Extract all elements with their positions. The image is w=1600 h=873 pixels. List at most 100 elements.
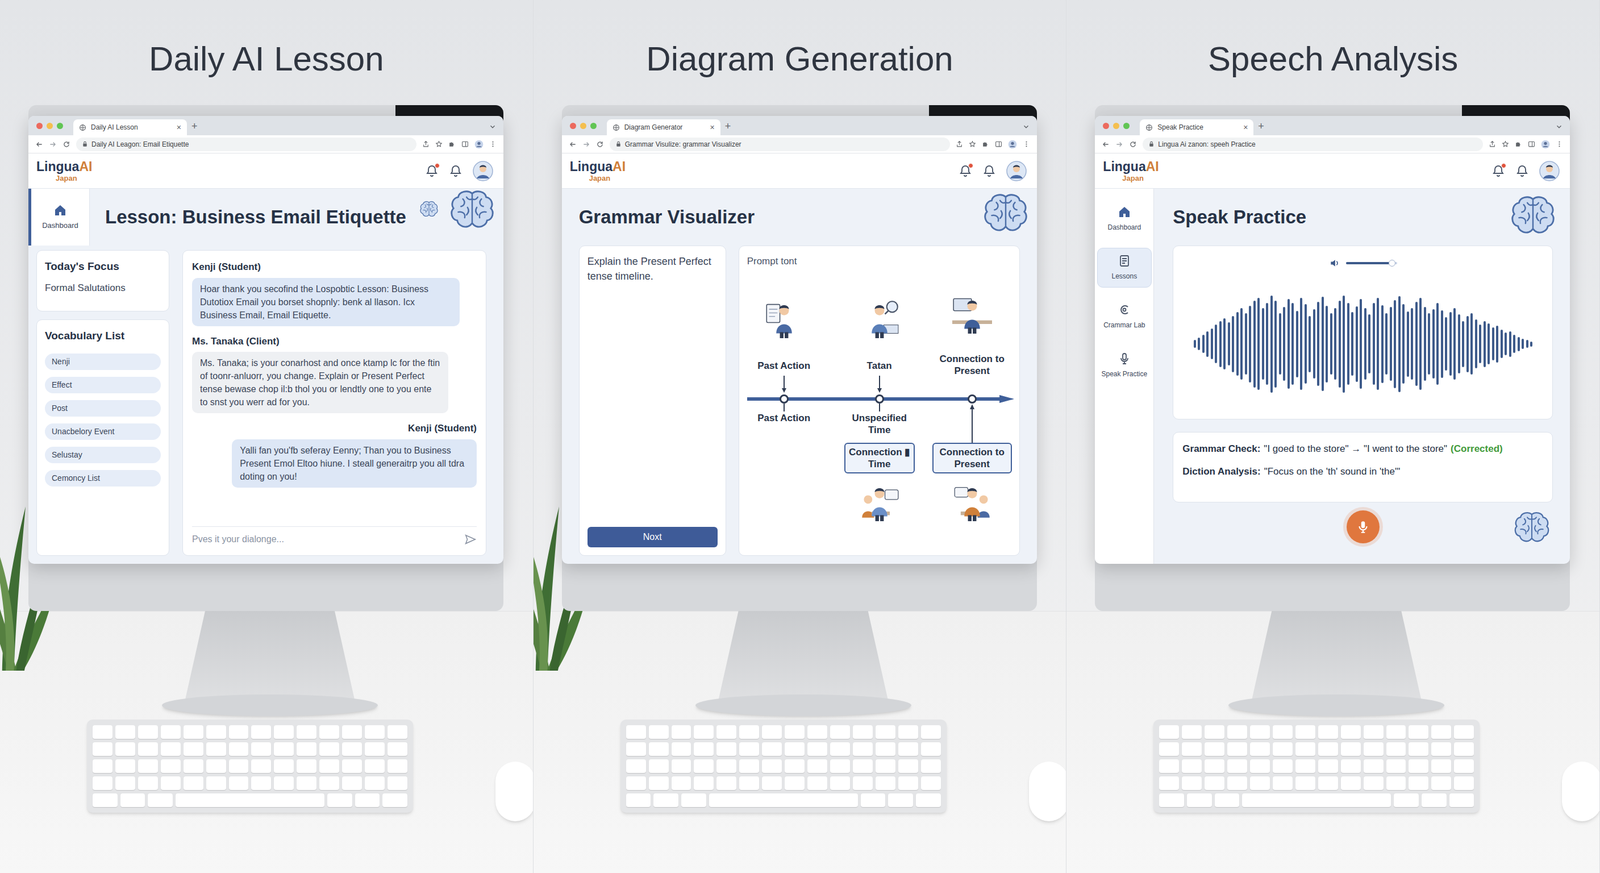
- tab-close-button[interactable]: ×: [1243, 123, 1248, 132]
- url-text[interactable]: Grammar Visulize: grammar Visualizer: [625, 139, 742, 150]
- bell-icon[interactable]: [448, 164, 463, 178]
- vocabulary-chip[interactable]: Unacbelory Event: [44, 423, 161, 440]
- puzzle-icon[interactable]: [981, 140, 990, 148]
- back-arrow-icon[interactable]: [568, 140, 577, 149]
- new-tab-button[interactable]: +: [1257, 121, 1265, 136]
- send-icon[interactable]: [464, 532, 477, 546]
- share-icon[interactable]: [422, 140, 430, 148]
- sidebar-label[interactable]: Crammar Lab: [1103, 319, 1145, 331]
- tab-close-button[interactable]: ×: [709, 123, 715, 132]
- vocabulary-chip[interactable]: Selustay: [44, 446, 161, 464]
- notification-badge: [968, 163, 974, 169]
- tab-title[interactable]: Daily AI Lesson: [90, 122, 173, 133]
- globe-icon: [78, 123, 87, 132]
- sidebar-item[interactable]: Speak Practice: [1097, 345, 1152, 386]
- browser-tab[interactable]: Daily AI Lesson×: [73, 119, 187, 136]
- star-icon[interactable]: [435, 140, 443, 148]
- speaker-icon[interactable]: [1328, 257, 1341, 269]
- keyboard-key: [898, 776, 919, 790]
- forward-arrow-icon[interactable]: [1115, 140, 1124, 149]
- sidebar-label[interactable]: Dashboard: [42, 219, 79, 232]
- vocabulary-chip[interactable]: Nenji: [44, 353, 161, 370]
- browser-tab[interactable]: Speak Practice ×: [1139, 119, 1254, 136]
- star-icon[interactable]: [1501, 140, 1510, 148]
- app-header: LinguaAIJapan: [1094, 153, 1570, 189]
- keyboard-key: [1272, 759, 1293, 773]
- back-arrow-icon[interactable]: [35, 140, 44, 149]
- chevron-down-icon[interactable]: [1022, 122, 1031, 131]
- side-panel-icon[interactable]: [1527, 140, 1536, 148]
- notifications-button[interactable]: [425, 164, 439, 178]
- notifications-button[interactable]: [1491, 164, 1506, 178]
- url-field[interactable]: Daily AI Leagon: Email Etiquette: [76, 137, 417, 152]
- dialogue-input[interactable]: [192, 532, 459, 547]
- close-window-button[interactable]: [36, 122, 43, 129]
- chevron-down-icon[interactable]: [1555, 122, 1564, 131]
- forward-arrow-icon[interactable]: [48, 140, 57, 149]
- zoom-window-button[interactable]: [56, 122, 64, 129]
- side-panel-icon[interactable]: [461, 140, 469, 148]
- close-window-button[interactable]: [1102, 122, 1110, 129]
- vocabulary-chip[interactable]: Effect: [44, 376, 161, 394]
- vocabulary-chip[interactable]: Post: [44, 400, 161, 417]
- volume-knob[interactable]: [1388, 259, 1396, 267]
- minimize-window-button[interactable]: [580, 122, 587, 129]
- keyboard-key: [1204, 776, 1225, 790]
- reload-icon[interactable]: [62, 140, 71, 149]
- url-text[interactable]: Lingua Ai zanon: speeh Practice: [1157, 139, 1256, 150]
- browser-tab[interactable]: Diagram Generator×: [606, 119, 721, 136]
- url-text[interactable]: Daily AI Leagon: Email Etiquette: [91, 139, 189, 150]
- profile-icon[interactable]: [1007, 139, 1018, 149]
- share-icon[interactable]: [1488, 140, 1497, 148]
- notifications-button[interactable]: [958, 164, 973, 178]
- avatar-icon[interactable]: [1006, 160, 1027, 182]
- keyboard-key: [147, 793, 173, 807]
- zoom-window-button[interactable]: [1123, 122, 1130, 129]
- menu-dots-icon[interactable]: [1022, 140, 1031, 148]
- url-field[interactable]: Grammar Visulize: grammar Visualizer: [609, 137, 950, 152]
- sidebar-label[interactable]: Lessons: [1111, 271, 1137, 282]
- tab-title[interactable]: Speak Practice: [1157, 122, 1239, 133]
- menu-dots-icon[interactable]: [489, 140, 497, 148]
- reload-icon[interactable]: [596, 140, 604, 149]
- sidebar-label[interactable]: Dashboard: [1107, 222, 1141, 233]
- forward-arrow-icon[interactable]: [582, 140, 591, 149]
- menu-dots-icon[interactable]: [1555, 140, 1564, 148]
- chevron-down-icon[interactable]: [488, 122, 497, 131]
- avatar-icon[interactable]: [1539, 160, 1560, 182]
- reload-icon[interactable]: [1128, 140, 1137, 149]
- minimize-window-button[interactable]: [1113, 122, 1120, 129]
- close-window-button[interactable]: [569, 122, 577, 129]
- profile-icon[interactable]: [474, 139, 484, 149]
- sidebar-item[interactable]: Dashboard: [1097, 198, 1152, 239]
- record-button[interactable]: [1346, 510, 1380, 544]
- sidebar-item[interactable]: Lessons: [1097, 247, 1152, 288]
- app-logo[interactable]: LinguaAIJapan: [36, 160, 93, 182]
- profile-icon[interactable]: [1540, 139, 1550, 149]
- app-logo[interactable]: LinguaAIJapan: [569, 160, 626, 182]
- bell-icon[interactable]: [1515, 164, 1529, 178]
- new-tab-button[interactable]: +: [191, 121, 198, 136]
- tab-title[interactable]: Diagram Generator: [624, 122, 706, 133]
- zoom-window-button[interactable]: [590, 122, 597, 129]
- bell-icon[interactable]: [982, 164, 997, 178]
- keyboard-key: [671, 725, 692, 739]
- puzzle-icon[interactable]: [1514, 140, 1523, 148]
- vocabulary-chip[interactable]: Cemoncy List: [44, 469, 161, 487]
- avatar-icon[interactable]: [472, 160, 494, 182]
- back-arrow-icon[interactable]: [1101, 140, 1110, 149]
- star-icon[interactable]: [968, 140, 977, 148]
- volume-track[interactable]: [1346, 261, 1398, 265]
- sidebar-label[interactable]: Speak Practice: [1101, 368, 1148, 379]
- new-tab-button[interactable]: +: [725, 121, 732, 136]
- tab-close-button[interactable]: ×: [176, 123, 182, 132]
- app-logo[interactable]: LinguaAIJapan: [1102, 160, 1159, 182]
- share-icon[interactable]: [955, 140, 964, 148]
- sidebar-item[interactable]: Crammar Lab: [1097, 296, 1152, 337]
- side-panel-icon[interactable]: [994, 140, 1003, 148]
- next-button[interactable]: Noxt: [587, 526, 718, 548]
- sidebar-item[interactable]: Dashboard: [28, 188, 90, 246]
- url-field[interactable]: Lingua Ai zanon: speeh Practice: [1142, 137, 1483, 152]
- minimize-window-button[interactable]: [46, 122, 53, 129]
- puzzle-icon[interactable]: [448, 140, 456, 148]
